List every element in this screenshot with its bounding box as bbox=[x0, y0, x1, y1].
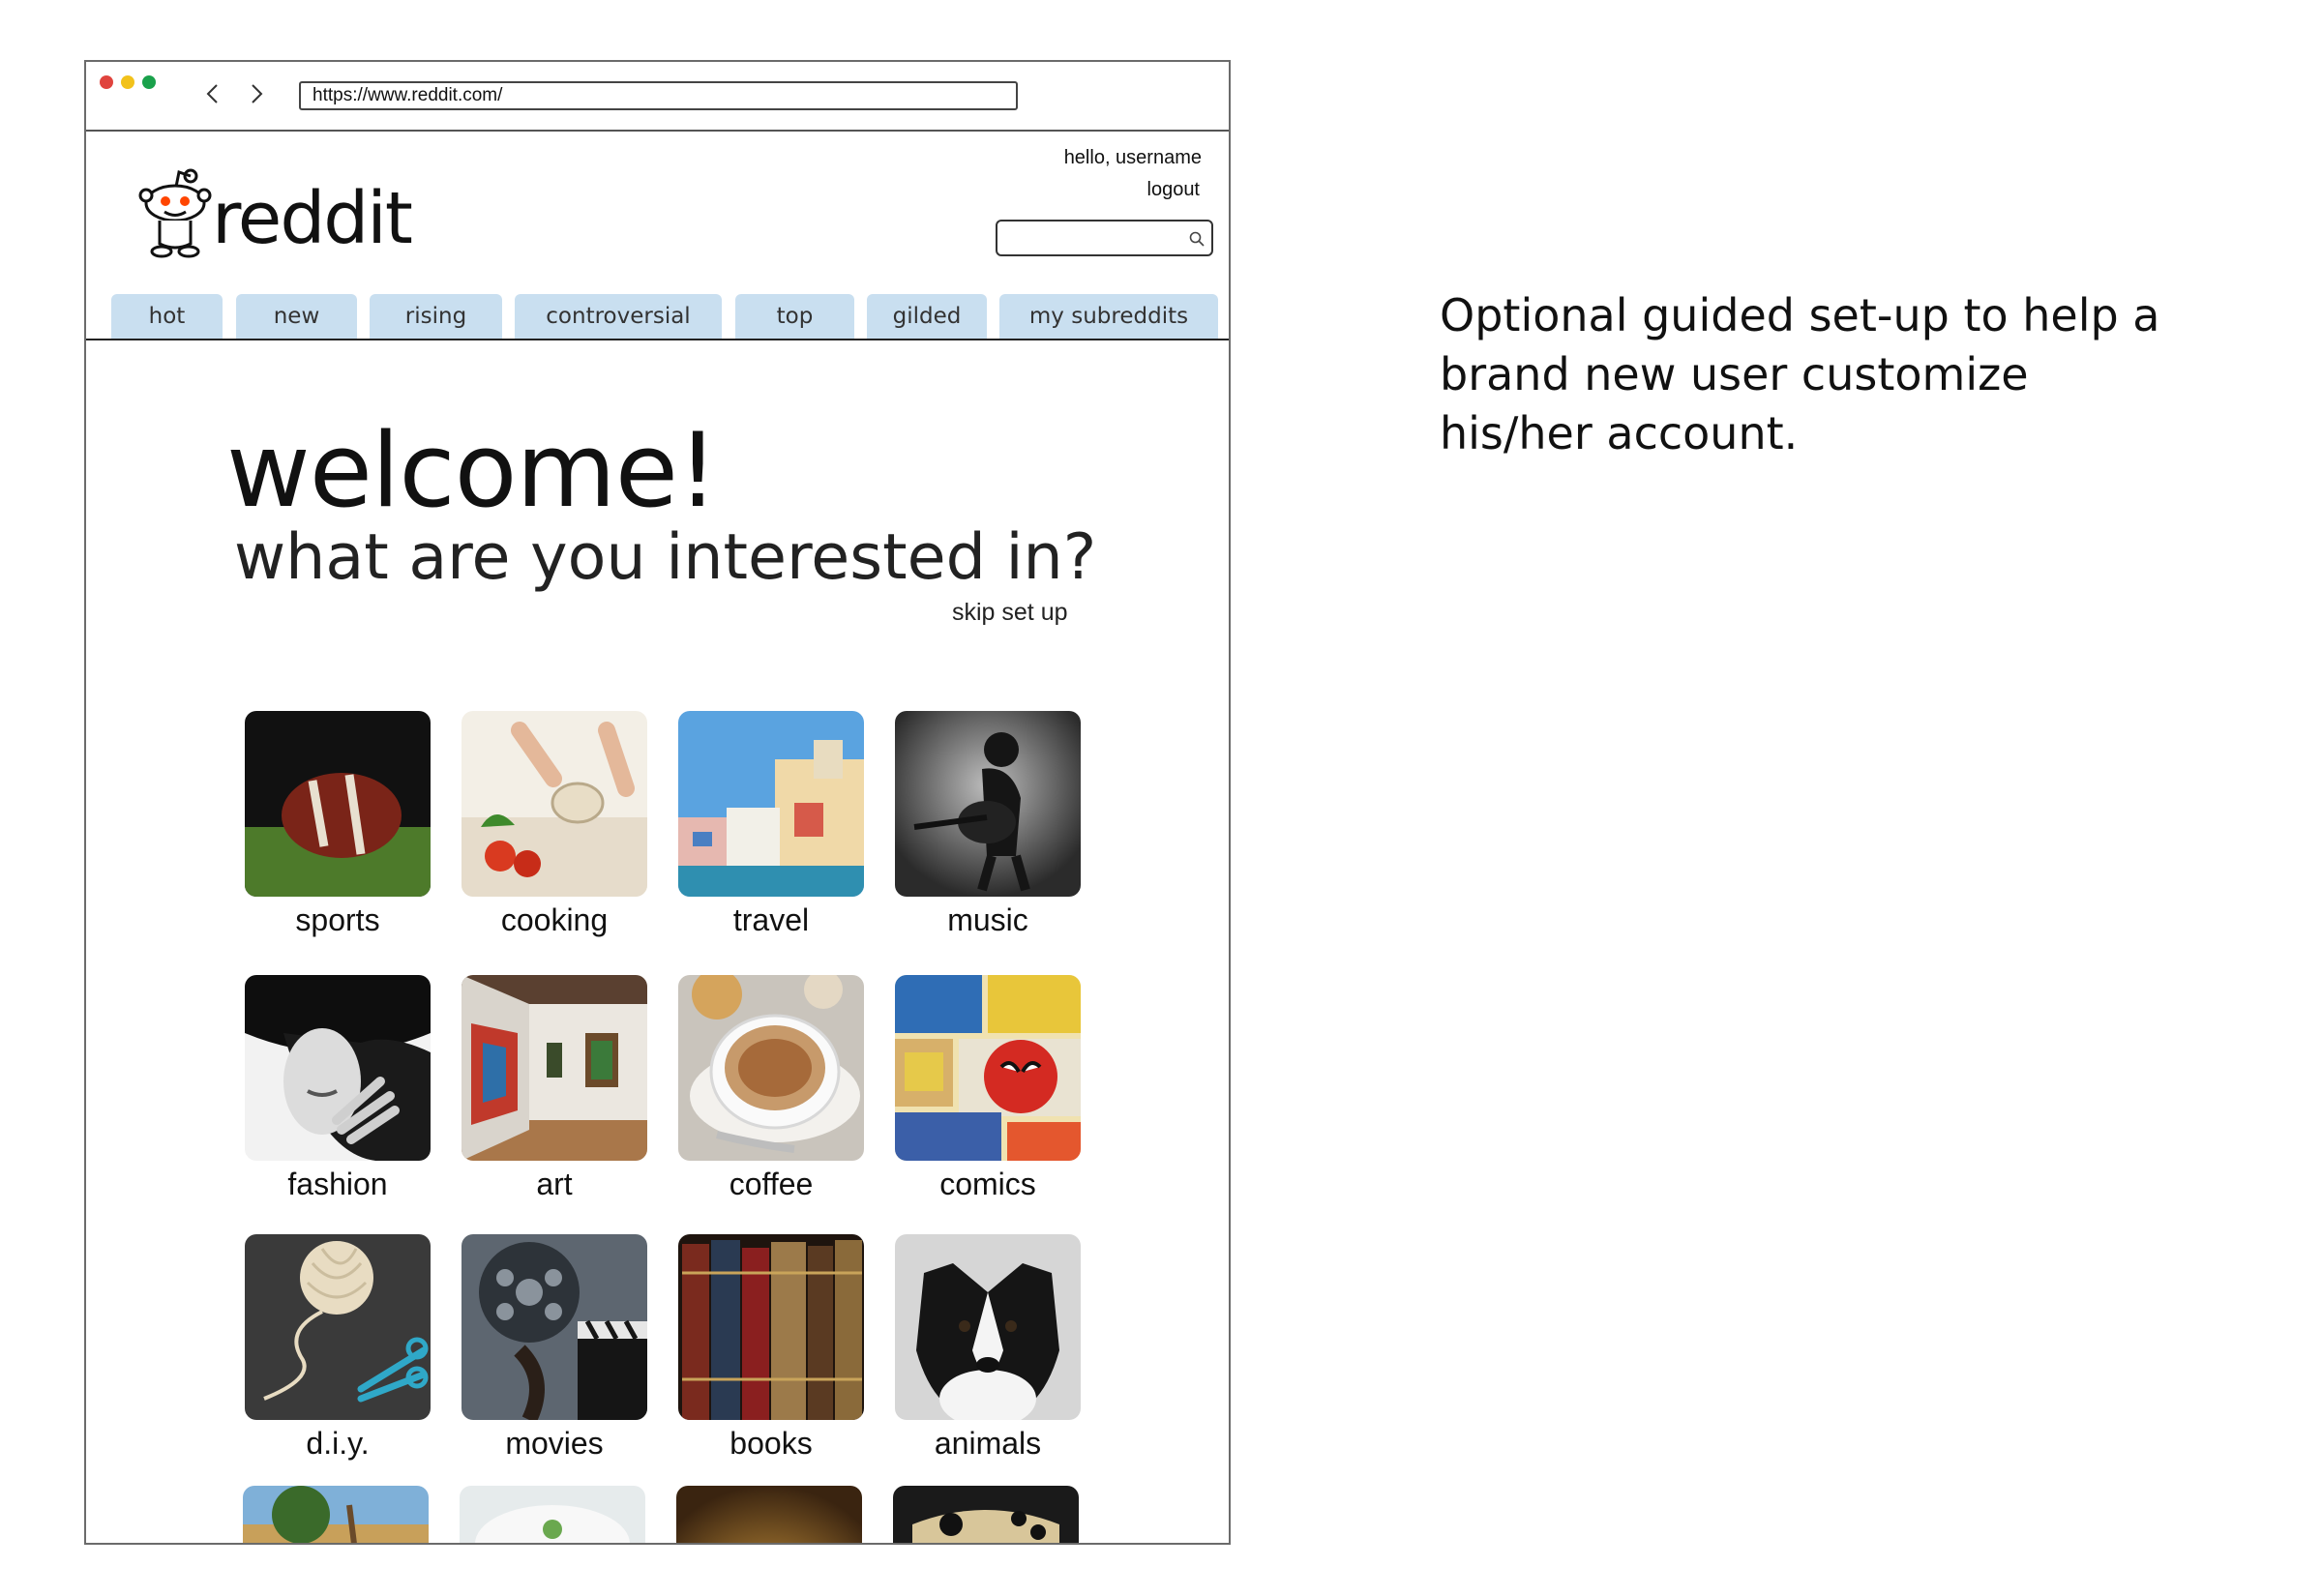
interest-label: art bbox=[536, 1167, 573, 1201]
user-greeting: hello, username bbox=[1063, 147, 1202, 168]
interest-tile-partial[interactable] bbox=[893, 1486, 1079, 1543]
interest-label: movies bbox=[505, 1426, 604, 1461]
annotation-note: Optional guided set-up to help a brand n… bbox=[1440, 289, 2160, 459]
interest-tile-diy[interactable]: d.i.y. bbox=[245, 1234, 431, 1462]
skip-setup-link[interactable]: skip set up bbox=[952, 599, 1068, 627]
comics-image bbox=[895, 975, 1081, 1161]
reddit-alien-logo-icon[interactable] bbox=[136, 163, 214, 259]
interest-question: what are you interested in? bbox=[234, 521, 1097, 594]
forward-arrow-icon[interactable] bbox=[241, 79, 270, 108]
books-image bbox=[678, 1234, 864, 1420]
reddit-wordmark[interactable]: reddit bbox=[212, 183, 413, 254]
interest-tile-partial[interactable] bbox=[243, 1486, 429, 1543]
interest-label: books bbox=[729, 1426, 813, 1461]
interest-tile-fashion[interactable]: fashion bbox=[245, 975, 431, 1202]
interest-label: travel bbox=[732, 902, 810, 937]
minimize-window-dot[interactable] bbox=[121, 75, 134, 89]
travel-image bbox=[678, 711, 864, 897]
fashion-image bbox=[245, 975, 431, 1161]
interest-label: comics bbox=[939, 1167, 1036, 1201]
tab-hot[interactable]: hot bbox=[111, 294, 223, 339]
interest-label: animals bbox=[934, 1426, 1042, 1461]
tab-my-subreddits[interactable]: my subreddits bbox=[999, 294, 1218, 339]
tab-new[interactable]: new bbox=[236, 294, 357, 339]
game-controller-image bbox=[893, 1486, 1079, 1543]
browser-chrome: https://www.reddit.com/ bbox=[86, 62, 1229, 132]
football-image bbox=[245, 711, 431, 897]
interest-tile-comics[interactable]: comics bbox=[895, 975, 1081, 1202]
interest-tile-travel[interactable]: travel bbox=[678, 711, 864, 938]
music-image bbox=[895, 711, 1081, 897]
interest-label: coffee bbox=[729, 1167, 814, 1201]
dog-image bbox=[895, 1234, 1081, 1420]
interest-label: music bbox=[947, 902, 1028, 937]
movies-image bbox=[461, 1234, 647, 1420]
food-plate-image bbox=[460, 1486, 645, 1543]
interest-tile-partial[interactable] bbox=[676, 1486, 862, 1543]
search-input[interactable] bbox=[1005, 223, 1183, 254]
interest-tile-animals[interactable]: animals bbox=[895, 1234, 1081, 1462]
tab-rising[interactable]: rising bbox=[370, 294, 502, 339]
interest-label: sports bbox=[295, 902, 380, 937]
interest-tile-sports[interactable]: sports bbox=[245, 711, 431, 938]
close-window-dot[interactable] bbox=[100, 75, 113, 89]
tab-controversial[interactable]: controversial bbox=[515, 294, 722, 339]
art-gallery-image bbox=[461, 975, 647, 1161]
cooking-image bbox=[461, 711, 647, 897]
interest-tile-books[interactable]: books bbox=[678, 1234, 864, 1462]
browser-window: https://www.reddit.com/ reddit hello, us… bbox=[84, 60, 1231, 1545]
interest-tile-art[interactable]: art bbox=[461, 975, 647, 1202]
interest-tile-cooking[interactable]: cooking bbox=[461, 711, 647, 938]
search-box[interactable] bbox=[996, 220, 1213, 256]
interest-label: d.i.y. bbox=[306, 1426, 370, 1461]
interest-label: cooking bbox=[500, 902, 609, 937]
address-bar[interactable]: https://www.reddit.com/ bbox=[299, 81, 1018, 110]
outdoor-image bbox=[243, 1486, 429, 1543]
tab-gilded[interactable]: gilded bbox=[867, 294, 987, 339]
interest-tile-music[interactable]: music bbox=[895, 711, 1081, 938]
interest-tile-partial[interactable] bbox=[460, 1486, 645, 1543]
tab-top[interactable]: top bbox=[735, 294, 854, 339]
interest-label: fashion bbox=[287, 1167, 388, 1201]
coffee-image bbox=[678, 975, 864, 1161]
logout-link[interactable]: logout bbox=[1147, 179, 1201, 201]
maximize-window-dot[interactable] bbox=[142, 75, 156, 89]
amber-image bbox=[676, 1486, 862, 1543]
diy-yarn-image bbox=[245, 1234, 431, 1420]
sort-tabs: hot new rising controversial top gilded … bbox=[86, 282, 1229, 340]
interest-tile-movies[interactable]: movies bbox=[461, 1234, 647, 1462]
search-icon[interactable] bbox=[1188, 230, 1206, 248]
welcome-heading: welcome! bbox=[226, 411, 718, 530]
back-arrow-icon[interactable] bbox=[199, 79, 228, 108]
interest-tile-coffee[interactable]: coffee bbox=[678, 975, 864, 1202]
